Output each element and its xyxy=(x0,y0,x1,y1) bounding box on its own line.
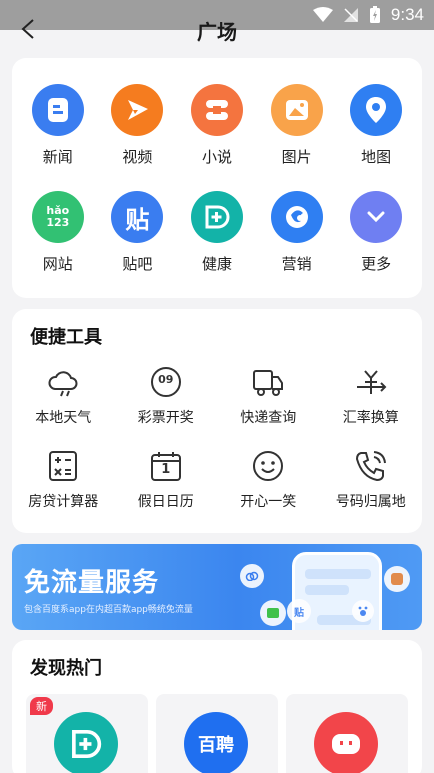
tools-row-2: 房贷计算器 1 假日日历 开心一笑 号码归属地 xyxy=(12,449,422,511)
news-icon xyxy=(31,84,84,136)
tool-mortgage-calculator[interactable]: 房贷计算器 xyxy=(15,449,111,511)
iqiyi-icon xyxy=(260,600,286,626)
tieba-icon: 贴 xyxy=(111,191,164,243)
tool-label: 快递查询 xyxy=(240,410,297,426)
baidu-cloud-icon xyxy=(240,564,264,588)
delivery-truck-icon xyxy=(251,365,285,399)
image-icon xyxy=(270,84,323,136)
app-label: 贴吧 xyxy=(122,255,153,273)
health-icon xyxy=(190,191,243,243)
app-label: 营销 xyxy=(281,255,312,273)
tool-label: 汇率换算 xyxy=(342,410,399,426)
new-badge: 新 xyxy=(30,697,53,715)
smile-icon xyxy=(251,449,285,483)
hot-item-robot[interactable] xyxy=(286,694,408,773)
lottery-icon: 09 xyxy=(149,365,183,399)
map-pin-icon xyxy=(350,84,403,136)
banner-subtitle: 包含百度系app在内超百款app畅统免流量 xyxy=(24,605,193,615)
apps-card: 新闻 视频 小说 图片 地图 hǎo 123 网站 贴 贴吧 健康 营销 更多 xyxy=(12,58,422,298)
page-header: 广场 xyxy=(0,8,434,50)
app-label: 地图 xyxy=(361,148,392,166)
app-label: 更多 xyxy=(361,255,392,273)
tool-label: 开心一笑 xyxy=(240,494,297,510)
calculator-icon xyxy=(46,449,80,483)
app-novel[interactable]: 小说 xyxy=(182,84,252,167)
tool-weather[interactable]: 本地天气 xyxy=(15,365,111,427)
chevron-down-icon xyxy=(350,191,403,243)
robot-icon xyxy=(314,712,378,773)
tool-exchange[interactable]: 汇率换算 xyxy=(323,365,419,427)
du-icon xyxy=(384,566,410,592)
app-marketing[interactable]: 营销 xyxy=(262,191,332,274)
health-icon xyxy=(54,712,118,773)
currency-exchange-icon xyxy=(354,365,388,399)
tool-phone-location[interactable]: 号码归属地 xyxy=(323,449,419,511)
tool-label: 号码归属地 xyxy=(335,494,406,510)
app-images[interactable]: 图片 xyxy=(262,84,332,167)
video-play-icon xyxy=(111,84,164,136)
tool-label: 本地天气 xyxy=(35,410,92,426)
hot-item-baipin[interactable]: 百聘 xyxy=(156,694,278,773)
app-websites[interactable]: hǎo 123 网站 xyxy=(23,191,93,274)
calendar-day: 1 xyxy=(161,462,171,477)
phone-icon xyxy=(354,449,388,483)
tool-jokes[interactable]: 开心一笑 xyxy=(220,449,316,511)
app-tieba[interactable]: 贴 贴吧 xyxy=(102,191,172,274)
page-title: 广场 xyxy=(197,20,237,44)
marketing-icon xyxy=(270,191,323,243)
calendar-icon: 1 xyxy=(149,449,183,483)
tool-label: 假日日历 xyxy=(137,494,194,510)
app-label: 图片 xyxy=(281,148,312,166)
free-data-banner[interactable]: 免流量服务 包含百度系app在内超百款app畅统免流量 贴 xyxy=(12,544,422,630)
tieba-badge-icon: 贴 xyxy=(287,599,311,623)
tool-delivery[interactable]: 快递查询 xyxy=(220,365,316,427)
tools-card: 便捷工具 本地天气 09 彩票开奖 快递查询 汇率换算 房贷计算器 1 假日日历… xyxy=(12,309,422,533)
app-label: 网站 xyxy=(42,255,73,273)
app-label: 新闻 xyxy=(42,148,73,166)
novel-icon xyxy=(190,84,243,136)
apps-row-2: hǎo 123 网站 贴 贴吧 健康 营销 更多 xyxy=(12,191,422,274)
hao123-icon: hǎo 123 xyxy=(31,191,84,243)
tools-title: 便捷工具 xyxy=(30,327,102,348)
banner-title: 免流量服务 xyxy=(24,568,160,598)
app-label: 健康 xyxy=(201,255,232,273)
paw-icon xyxy=(352,600,374,622)
tool-holiday-calendar[interactable]: 1 假日日历 xyxy=(118,449,214,511)
tool-lottery[interactable]: 09 彩票开奖 xyxy=(118,365,214,427)
app-more[interactable]: 更多 xyxy=(341,191,411,274)
tools-row-1: 本地天气 09 彩票开奖 快递查询 汇率换算 xyxy=(12,365,422,427)
lottery-number: 09 xyxy=(158,373,174,386)
app-label: 小说 xyxy=(201,148,232,166)
app-health[interactable]: 健康 xyxy=(182,191,252,274)
weather-icon xyxy=(46,365,80,399)
apps-row-1: 新闻 视频 小说 图片 地图 xyxy=(12,84,422,167)
app-video[interactable]: 视频 xyxy=(102,84,172,167)
app-map[interactable]: 地图 xyxy=(341,84,411,167)
baipin-icon: 百聘 xyxy=(184,712,248,773)
tool-label: 房贷计算器 xyxy=(28,494,99,510)
app-label: 视频 xyxy=(122,148,153,166)
tool-label: 彩票开奖 xyxy=(137,410,194,426)
discover-title: 发现热门 xyxy=(30,658,102,679)
app-news[interactable]: 新闻 xyxy=(23,84,93,167)
